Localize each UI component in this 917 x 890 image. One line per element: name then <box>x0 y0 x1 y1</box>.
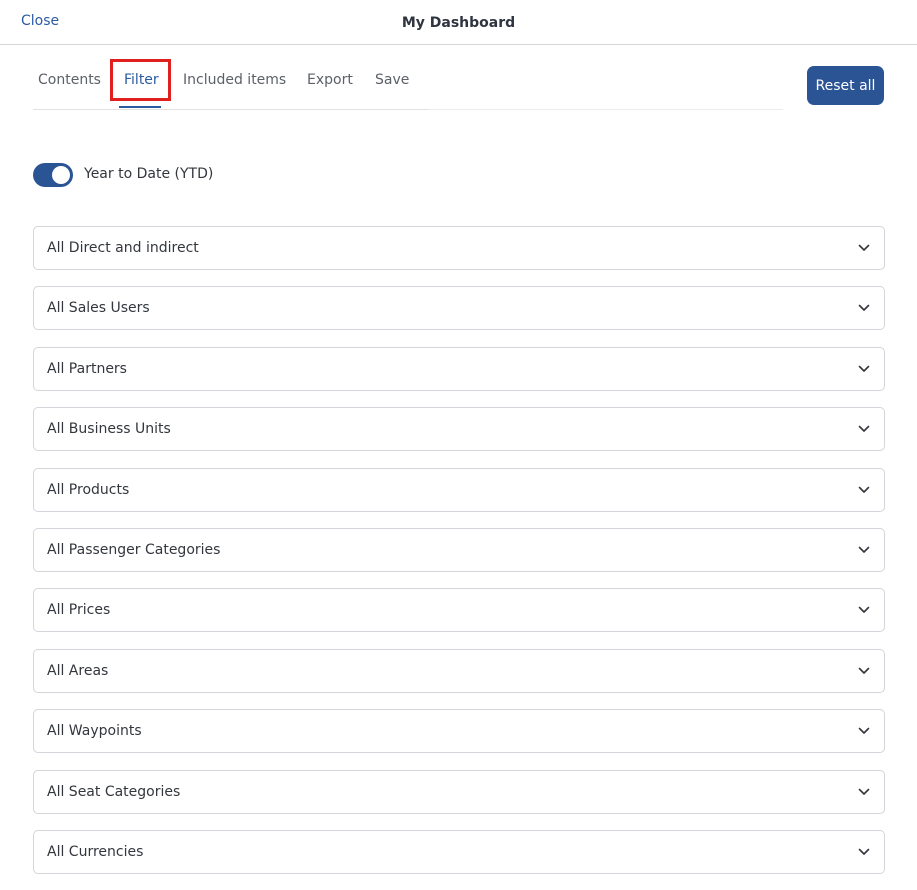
filter-list: All Direct and indirect All Sales Users … <box>33 226 885 890</box>
chevron-down-icon <box>858 305 870 312</box>
filter-seat-categories[interactable]: All Seat Categories <box>33 769 885 814</box>
filter-currencies[interactable]: All Currencies <box>33 829 885 874</box>
chevron-down-icon <box>858 365 870 372</box>
chevron-down-icon <box>858 727 870 734</box>
chevron-down-icon <box>858 607 870 614</box>
filter-label: All Partners <box>47 360 127 377</box>
highlight-box <box>110 59 171 101</box>
filter-label: All Seat Categories <box>47 783 181 800</box>
chevron-down-icon <box>858 546 870 553</box>
reset-all-button[interactable]: Reset all <box>807 66 884 105</box>
filter-business-units[interactable]: All Business Units <box>33 407 885 452</box>
tab-export[interactable]: Export <box>307 72 353 88</box>
filter-partners[interactable]: All Partners <box>33 346 885 391</box>
filter-passenger-categories[interactable]: All Passenger Categories <box>33 527 885 572</box>
filter-label: All Business Units <box>47 421 171 438</box>
chevron-down-icon <box>858 848 870 855</box>
filter-label: All Passenger Categories <box>47 541 221 558</box>
active-tab-indicator <box>119 106 161 108</box>
tab-bar: Contents Filter Included items Export Sa… <box>33 60 428 110</box>
ytd-label: Year to Date (YTD) <box>84 166 214 182</box>
ytd-toggle[interactable] <box>33 163 73 187</box>
page-title: My Dashboard <box>401 15 516 31</box>
filter-label: All Waypoints <box>47 723 142 740</box>
filter-areas[interactable]: All Areas <box>33 648 885 693</box>
chevron-down-icon <box>858 486 870 493</box>
toggle-knob <box>52 166 70 184</box>
filter-products[interactable]: All Products <box>33 467 885 512</box>
top-bar: Close My Dashboard <box>0 0 917 45</box>
chevron-down-icon <box>858 788 870 795</box>
filter-waypoints[interactable]: All Waypoints <box>33 709 885 754</box>
filter-label: All Prices <box>47 602 111 619</box>
filter-prices[interactable]: All Prices <box>33 588 885 633</box>
chevron-down-icon <box>858 425 870 432</box>
filter-label: All Currencies <box>47 843 144 860</box>
tab-divider <box>428 109 783 110</box>
tab-contents[interactable]: Contents <box>38 72 101 88</box>
filter-direct-indirect[interactable]: All Direct and indirect <box>33 226 885 270</box>
filter-label: All Products <box>47 481 130 498</box>
chevron-down-icon <box>858 667 870 674</box>
chevron-down-icon <box>858 244 870 251</box>
tab-save[interactable]: Save <box>375 72 409 88</box>
tab-included-items[interactable]: Included items <box>183 72 286 88</box>
filter-label: All Direct and indirect <box>47 240 199 256</box>
filter-label: All Areas <box>47 662 109 679</box>
filter-label: All Sales Users <box>47 300 150 317</box>
filter-sales-users[interactable]: All Sales Users <box>33 286 885 331</box>
